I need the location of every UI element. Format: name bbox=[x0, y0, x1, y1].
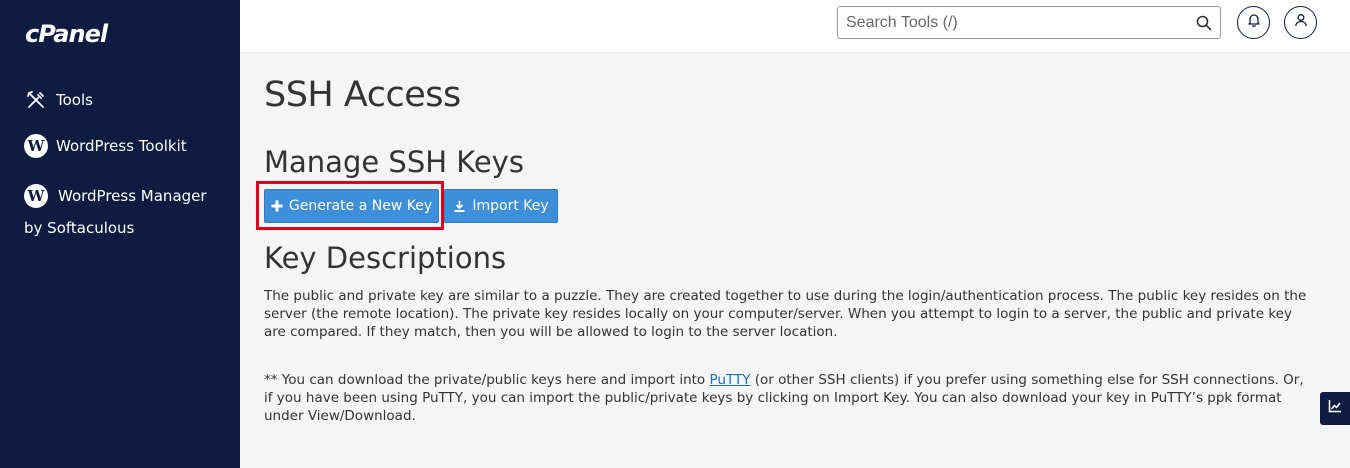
plus-icon bbox=[271, 200, 283, 212]
search-box[interactable] bbox=[837, 6, 1221, 39]
sidebar-item-label: WordPress Toolkit bbox=[56, 137, 187, 155]
sidebar-item-tools[interactable]: Tools bbox=[24, 88, 93, 112]
chart-icon bbox=[1328, 399, 1342, 418]
notifications-button[interactable] bbox=[1237, 6, 1270, 39]
stats-toggle-button[interactable] bbox=[1320, 392, 1350, 425]
user-menu-button[interactable] bbox=[1284, 6, 1317, 39]
generate-new-key-button[interactable]: Generate a New Key bbox=[264, 189, 439, 223]
import-icon bbox=[453, 200, 466, 213]
bell-icon bbox=[1247, 13, 1261, 32]
sidebar: cPanel Tools W WordPress Toolkit W WordP… bbox=[0, 0, 240, 468]
user-icon bbox=[1294, 13, 1308, 32]
putty-link[interactable]: PuTTY bbox=[709, 372, 750, 388]
import-key-button[interactable]: Import Key bbox=[444, 189, 558, 223]
sidebar-item-wordpress-toolkit[interactable]: W WordPress Toolkit bbox=[24, 134, 187, 158]
tools-icon bbox=[24, 88, 48, 112]
manage-ssh-keys-heading: Manage SSH Keys bbox=[264, 145, 524, 179]
putty-info-text-start: ** You can download the private/public k… bbox=[264, 372, 710, 388]
key-descriptions-heading: Key Descriptions bbox=[264, 241, 507, 275]
putty-info-paragraph: ** You can download the private/public k… bbox=[264, 371, 1314, 425]
sidebar-item-label-line2: by Softaculous bbox=[24, 219, 135, 237]
main-content: SSH Access Manage SSH Keys Generate a Ne… bbox=[240, 53, 1350, 468]
top-bar bbox=[240, 0, 1350, 53]
sidebar-item-label: Tools bbox=[56, 91, 93, 109]
sidebar-item-wordpress-manager[interactable]: W WordPress Manager by Softaculous bbox=[24, 180, 224, 244]
import-key-label: Import Key bbox=[472, 198, 549, 214]
page-title: SSH Access bbox=[264, 75, 461, 115]
wordpress-icon: W bbox=[24, 134, 48, 158]
search-icon[interactable] bbox=[1196, 15, 1212, 31]
cpanel-logo[interactable]: cPanel bbox=[25, 20, 108, 48]
wordpress-icon: W bbox=[24, 184, 48, 208]
generate-new-key-label: Generate a New Key bbox=[288, 198, 433, 214]
search-input[interactable] bbox=[838, 7, 1178, 38]
key-description-paragraph: The public and private key are similar t… bbox=[264, 288, 1307, 340]
sidebar-item-label: WordPress Manager bbox=[58, 187, 207, 205]
